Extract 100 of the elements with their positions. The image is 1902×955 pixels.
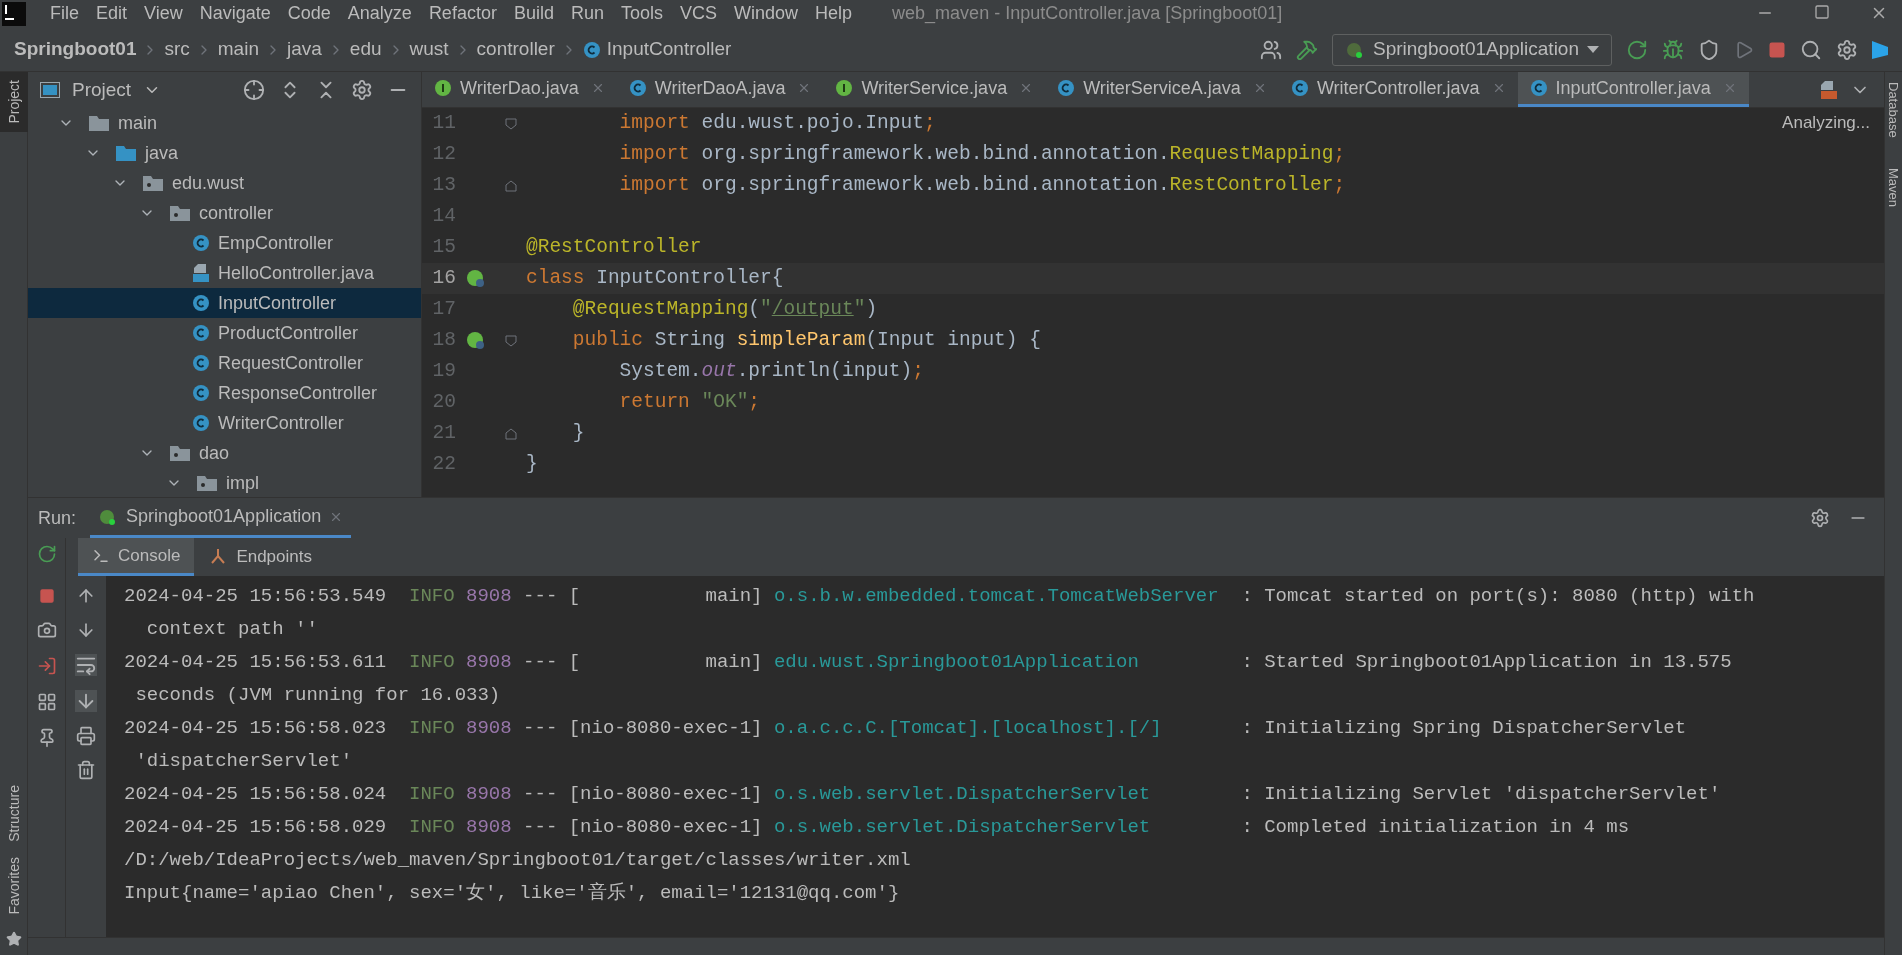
code-line: import org.springframework.web.bind.annotation.RequestMapping; <box>618 141 1346 167</box>
settings-icon[interactable] <box>1810 508 1830 528</box>
breadcrumb[interactable]: src <box>164 35 190 64</box>
code-line: } <box>571 420 585 446</box>
editor-tab[interactable]: WriterDao.java <box>422 72 617 107</box>
coverage-icon[interactable] <box>1698 38 1720 61</box>
print-icon[interactable] <box>76 726 96 746</box>
rerun-icon[interactable] <box>36 544 57 564</box>
build-icon[interactable] <box>1296 38 1318 61</box>
console-line: 2024-04-25 15:56:53.611 INFO 8908 --- [ main] edu.wust.Springboot01Application : Started Springboot01Application in 13.575 <box>124 650 1733 676</box>
console-tab[interactable]: Console <box>78 538 195 576</box>
settings-icon[interactable] <box>351 79 373 101</box>
fold-icon[interactable] <box>505 179 517 192</box>
menu-item[interactable]: Tools <box>620 4 663 22</box>
java-file-icon <box>192 263 210 283</box>
code-line: import org.springframework.web.bind.annotation.RestController; <box>618 172 1346 198</box>
tool-window-tab[interactable]: Database <box>1885 82 1902 138</box>
bean-icon[interactable] <box>466 330 486 351</box>
layout-icon[interactable] <box>36 692 57 712</box>
editor-tab[interactable]: WriterServiceA.java <box>1045 72 1279 107</box>
menu-item[interactable]: VCS <box>680 4 717 22</box>
tool-window-tab[interactable]: Maven <box>1885 167 1902 207</box>
fold-icon[interactable] <box>505 117 517 130</box>
scroll-to-end-icon[interactable] <box>75 690 97 712</box>
editor-tab[interactable]: WriterController.java <box>1278 72 1518 107</box>
toolbox-icon[interactable] <box>1872 38 1888 61</box>
breadcrumb[interactable]: java <box>286 35 322 64</box>
stop-icon[interactable] <box>38 588 55 604</box>
console-tab[interactable]: Endpoints <box>194 538 326 576</box>
tree-item[interactable]: ResponseController <box>28 378 421 408</box>
menu-item[interactable]: Run <box>570 4 604 22</box>
restore-icon[interactable] <box>1814 4 1830 20</box>
xml-file-icon[interactable] <box>1820 79 1838 100</box>
tree-item[interactable]: RequestController <box>28 348 421 378</box>
rerun-icon[interactable] <box>1626 38 1648 61</box>
tree-item[interactable]: main <box>28 108 421 138</box>
restore-layout-icon[interactable] <box>36 656 57 676</box>
tool-window-tab[interactable]: Project <box>0 72 28 132</box>
class-icon <box>1529 79 1548 97</box>
tree-item[interactable]: WriterController <box>28 408 421 438</box>
debug-icon[interactable] <box>1662 38 1684 61</box>
code-line: @RestController <box>526 234 702 260</box>
tree-item[interactable]: controller <box>28 198 421 228</box>
code-line: } <box>526 451 538 477</box>
class-icon <box>1290 79 1309 97</box>
breadcrumb[interactable]: edu <box>349 35 382 64</box>
menu-item[interactable]: Edit <box>96 4 128 22</box>
star-icon[interactable] <box>5 931 22 947</box>
menu-item[interactable]: Build <box>513 4 554 22</box>
tree-item[interactable]: ProductController <box>28 318 421 348</box>
locate-icon[interactable] <box>243 79 265 101</box>
code-line: public String simpleParam(Input input) { <box>571 327 1041 353</box>
fold-icon[interactable] <box>505 427 517 440</box>
search-icon[interactable] <box>1800 38 1822 61</box>
code-line: return "OK"; <box>618 389 761 415</box>
class-icon <box>582 40 601 59</box>
console-line: /D:/web/IdeaProjects/web_maven/Springboot01/target/classes/writer.xml <box>124 848 912 874</box>
tool-window-tab[interactable]: Favorites <box>0 849 28 923</box>
menu-item[interactable]: Analyze <box>347 4 412 22</box>
tree-item[interactable]: InputController <box>28 288 421 318</box>
tree-item[interactable]: impl <box>28 468 421 497</box>
clear-icon[interactable] <box>76 760 96 780</box>
tool-window-tab[interactable]: Structure <box>0 776 28 850</box>
editor-tab[interactable]: InputController.java <box>1517 72 1749 107</box>
tree-item[interactable]: java <box>28 138 421 168</box>
editor-tab[interactable]: WriterService.java <box>823 72 1046 107</box>
bean-icon[interactable] <box>466 268 486 289</box>
menu-item[interactable]: Code <box>287 4 331 22</box>
breadcrumb[interactable]: Springboot01 <box>14 35 137 64</box>
editor-tab[interactable]: WriterDaoA.java <box>616 72 824 107</box>
line-number: 20 <box>431 389 456 415</box>
menu-item[interactable]: Navigate <box>199 4 271 22</box>
tree-item[interactable]: dao <box>28 438 421 468</box>
breadcrumb[interactable]: controller <box>476 35 555 64</box>
menu-item[interactable]: File <box>50 4 79 22</box>
code-line: @RequestMapping("/output") <box>571 296 878 322</box>
package-icon <box>169 444 191 462</box>
menu-item[interactable]: View <box>144 4 183 22</box>
tree-item[interactable]: HelloController.java <box>28 258 421 288</box>
run-config-dropdown[interactable]: Springboot01Application <box>1332 33 1612 66</box>
soft-wrap-icon[interactable] <box>75 654 97 676</box>
line-number: 14 <box>431 203 456 229</box>
line-number: 19 <box>431 358 456 384</box>
settings-icon[interactable] <box>1836 38 1858 61</box>
menu-item[interactable]: Window <box>734 4 799 22</box>
breadcrumb[interactable]: main <box>217 35 259 64</box>
camera-icon[interactable] <box>36 620 57 640</box>
stop-icon[interactable] <box>1768 40 1786 59</box>
tree-item[interactable]: edu.wust <box>28 168 421 198</box>
code-line: import edu.wust.pojo.Input; <box>618 110 936 136</box>
fold-icon[interactable] <box>505 334 517 347</box>
users-icon[interactable] <box>1260 38 1282 61</box>
breadcrumb[interactable]: wust <box>409 35 449 64</box>
panel-title[interactable]: Project <box>72 75 132 105</box>
line-number: 18 <box>431 327 456 353</box>
menu-item[interactable]: Help <box>815 4 853 22</box>
breadcrumb[interactable]: InputController <box>582 35 732 64</box>
console-line: 2024-04-25 15:56:58.023 INFO 8908 --- [nio-8080-exec-1] o.a.c.c.C.[Tomcat].[localhost].[/] : Initializing Spring DispatcherServlet <box>124 716 1688 742</box>
tree-item[interactable]: EmpController <box>28 228 421 258</box>
menu-item[interactable]: Refactor <box>428 4 497 22</box>
